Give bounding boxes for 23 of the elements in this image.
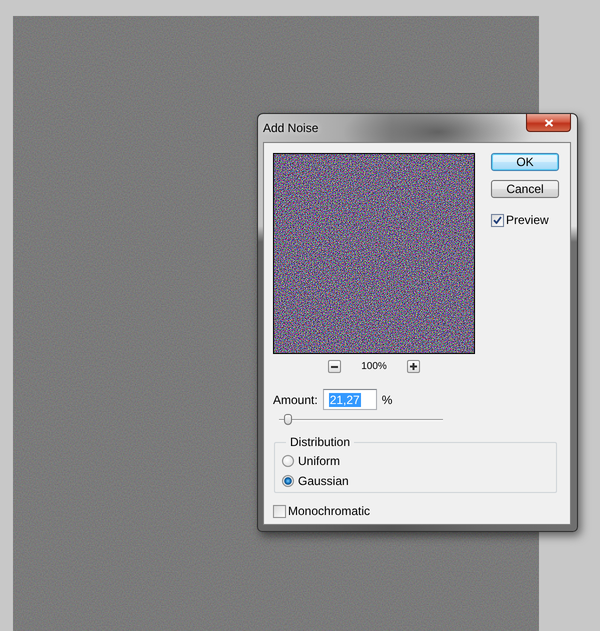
ok-button[interactable]: OK [491, 153, 559, 171]
dialog-title: Add Noise [263, 121, 318, 135]
radio-button[interactable] [282, 455, 294, 467]
preview-label[interactable]: Preview [506, 213, 549, 227]
zoom-out-button[interactable] [328, 360, 342, 373]
checkmark-icon [493, 216, 502, 224]
close-icon [544, 118, 554, 126]
minus-icon [331, 366, 338, 368]
close-button[interactable] [526, 114, 571, 132]
monochromatic-checkbox[interactable] [273, 504, 286, 518]
cancel-button[interactable]: Cancel [491, 180, 559, 198]
option-label[interactable]: Gaussian [298, 474, 349, 488]
slider-thumb[interactable] [284, 414, 292, 425]
zoom-in-button[interactable] [406, 360, 420, 373]
plus-icon [410, 363, 417, 370]
monochromatic-label[interactable]: Monochromatic [288, 504, 370, 518]
preview-checkbox[interactable] [491, 214, 504, 226]
option-label[interactable]: Uniform [298, 454, 340, 468]
distribution-label: Distribution [289, 435, 352, 449]
unit-label: % [382, 392, 392, 406]
radio-button[interactable] [282, 475, 294, 487]
amount-label: Amount: [273, 392, 318, 406]
zoom-level: 100% [361, 360, 387, 373]
